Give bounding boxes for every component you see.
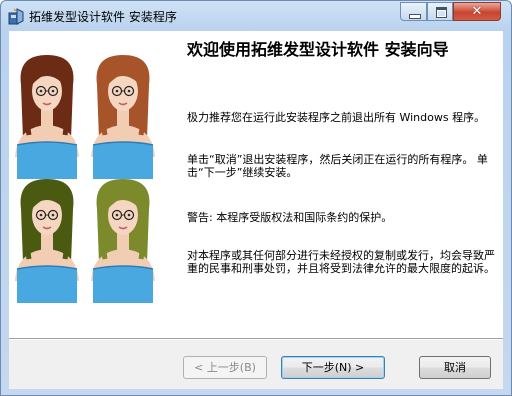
banner-image-panel [9, 31, 167, 338]
hairstyle-portrait [15, 179, 79, 303]
back-button[interactable]: < 上一步(B) [183, 356, 267, 379]
next-button[interactable]: 下一步(N) > [281, 356, 385, 379]
minimize-button[interactable] [400, 2, 427, 21]
instructions-paragraph: 单击“取消”退出安装程序，然后关闭正在运行的所有程序。 单击“下一步”继续安装。 [187, 153, 488, 179]
close-button[interactable]: ✕ [453, 2, 501, 21]
hairstyle-portrait [15, 55, 79, 179]
welcome-heading: 欢迎使用拓维发型设计软件 安装向导 [187, 40, 449, 59]
intro-paragraph: 极力推荐您在运行此安装程序之前退出所有 Windows 程序。 [187, 111, 486, 124]
installer-app-icon [8, 8, 24, 25]
title-bar[interactable]: 拓维发型设计软件 安装程序 ✕ [1, 1, 511, 31]
close-icon: ✕ [471, 4, 483, 19]
hairstyle-previews-image [15, 55, 155, 303]
maximize-icon [436, 7, 447, 18]
hairstyle-portrait [91, 179, 155, 303]
warning-paragraph: 警告: 本程序受版权法和国际条约的保护。 [187, 211, 393, 224]
legal-paragraph: 对本程序或其任何部分进行未经授权的复制或发行，均会导致严重的民事和刑事处罚，并且… [187, 249, 495, 275]
welcome-content-panel: 欢迎使用拓维发型设计软件 安装向导 极力推荐您在运行此安装程序之前退出所有 Wi… [167, 31, 503, 338]
hairstyle-portrait [91, 55, 155, 179]
button-area-divider [9, 338, 503, 340]
wizard-client-area: 欢迎使用拓维发型设计软件 安装向导 极力推荐您在运行此安装程序之前退出所有 Wi… [9, 31, 503, 389]
minimize-icon [409, 14, 421, 19]
installer-window: 拓维发型设计软件 安装程序 ✕ 欢迎使用拓维发型设计软件 安装向导 极力推荐您在… [0, 0, 512, 396]
cancel-button[interactable]: 取消 [419, 356, 491, 379]
maximize-button[interactable] [427, 2, 453, 21]
window-title: 拓维发型设计软件 安装程序 [29, 10, 177, 24]
